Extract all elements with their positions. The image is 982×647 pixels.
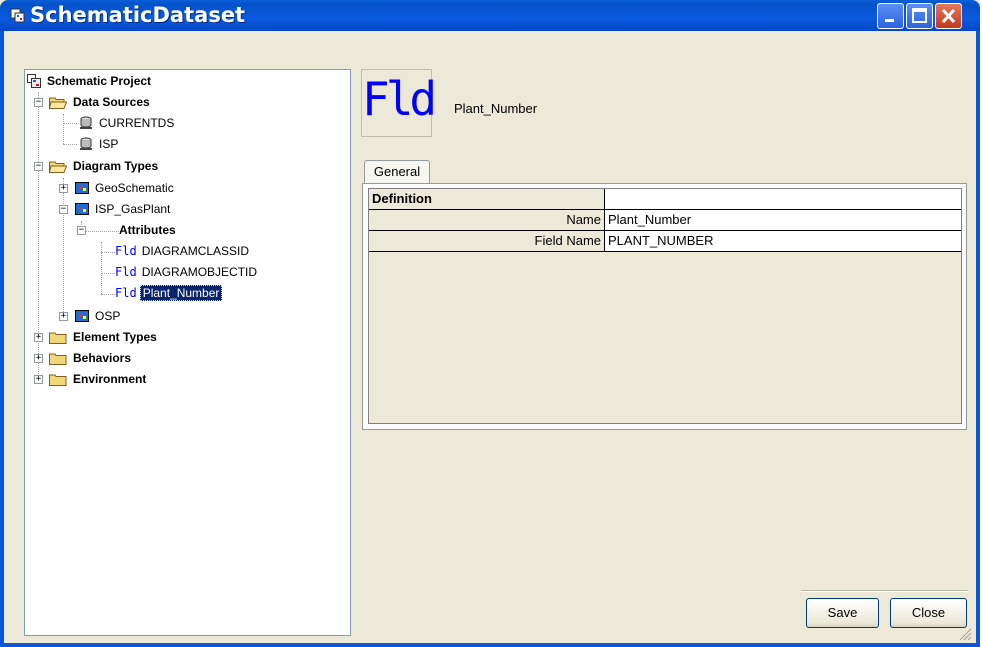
tree-line <box>63 114 64 144</box>
field-large-icon-box: Fld <box>361 69 437 137</box>
section-value <box>605 189 961 209</box>
tree-item-isp-source[interactable]: ISP <box>79 135 120 153</box>
tree-item-data-sources[interactable]: Data Sources <box>49 93 152 111</box>
collapse-toggle[interactable]: − <box>34 98 43 107</box>
tree-label: Plant_Number <box>139 285 223 301</box>
window-title: SchematicDataset <box>30 3 246 27</box>
property-label: Field Name <box>369 231 605 251</box>
property-label: Name <box>369 210 605 230</box>
maximize-icon <box>912 8 927 23</box>
tree-label: DIAGRAMOBJECTID <box>141 265 258 279</box>
tree-line <box>101 252 115 253</box>
expand-toggle[interactable]: + <box>59 312 68 321</box>
tree-label: Schematic Project <box>47 74 152 88</box>
tree-item-field[interactable]: Fld DIAGRAMOBJECTID <box>115 263 259 281</box>
tree-label: OSP <box>95 309 121 323</box>
tree-label: Diagram Types <box>73 159 159 173</box>
field-large-icon: Fld <box>362 72 437 126</box>
tree-item-schematic-project[interactable]: Schematic Project <box>27 72 153 90</box>
folder-icon <box>49 353 67 365</box>
expand-toggle[interactable]: + <box>59 184 68 193</box>
tree-label: Behaviors <box>73 351 132 365</box>
tree-item-behaviors[interactable]: Behaviors <box>49 349 133 367</box>
separator <box>801 590 968 592</box>
window-frame-left <box>0 31 4 647</box>
data-source-icon <box>80 137 92 150</box>
tree-line <box>63 123 77 124</box>
tree-line <box>81 231 121 232</box>
tree-label: Environment <box>73 372 147 386</box>
folder-icon <box>49 332 67 344</box>
property-value[interactable]: PLANT_NUMBER <box>605 231 961 251</box>
open-folder-icon <box>49 97 67 109</box>
project-tree[interactable]: Schematic Project − Data Sources CURRENT… <box>24 69 351 636</box>
tree-item-currentds[interactable]: CURRENTDS <box>79 114 176 132</box>
tree-line <box>63 178 64 316</box>
window-frame-bottom <box>0 643 980 647</box>
close-icon <box>941 8 956 24</box>
collapse-toggle[interactable]: − <box>34 162 43 171</box>
tree-item-osp[interactable]: OSP <box>75 307 122 325</box>
tree-line <box>63 144 77 145</box>
close-window-button[interactable] <box>935 3 962 29</box>
close-button[interactable]: Close <box>890 598 967 628</box>
property-value[interactable]: Plant_Number <box>605 210 961 230</box>
schematic-dataset-icon <box>10 8 25 23</box>
maximize-button[interactable] <box>906 3 933 29</box>
window-frame-right <box>976 31 980 647</box>
data-source-icon <box>80 116 92 129</box>
minimize-button[interactable] <box>877 3 904 29</box>
grid-row-field-name[interactable]: Field Name PLANT_NUMBER <box>369 231 961 252</box>
tree-label: ISP_GasPlant <box>95 202 171 216</box>
project-icon <box>27 74 41 88</box>
section-header: Definition <box>369 189 605 209</box>
tree-label: Element Types <box>73 330 157 344</box>
resize-grip-icon[interactable] <box>958 627 972 641</box>
tree-line <box>101 242 102 294</box>
expand-toggle[interactable]: + <box>34 354 43 363</box>
tree-item-environment[interactable]: Environment <box>49 370 148 388</box>
tree-item-field-selected[interactable]: Fld Plant_Number <box>115 284 223 302</box>
open-folder-icon <box>49 161 67 173</box>
tree-line <box>101 273 115 274</box>
tab-general[interactable]: General <box>364 160 430 184</box>
folder-icon <box>49 374 67 386</box>
expand-toggle[interactable]: + <box>34 375 43 384</box>
diagram-type-icon <box>75 182 89 194</box>
save-button[interactable]: Save <box>806 598 879 628</box>
tree-item-isp-gasplant[interactable]: ISP_GasPlant <box>75 200 172 218</box>
tree-item-attributes[interactable]: Attributes <box>117 221 178 239</box>
tree-label: ISP <box>99 137 119 151</box>
tree-line <box>101 294 115 295</box>
property-grid[interactable]: Definition Name Plant_Number Field Name … <box>368 188 962 424</box>
collapse-toggle[interactable]: − <box>77 226 86 235</box>
tree-label: Attributes <box>119 223 176 237</box>
tree-label: Data Sources <box>73 95 150 109</box>
diagram-type-icon <box>75 310 89 322</box>
tree-item-diagram-types[interactable]: Diagram Types <box>49 157 160 175</box>
tree-label: GeoSchematic <box>95 181 174 195</box>
title-bar[interactable]: SchematicDataset <box>0 0 980 31</box>
schematic-dataset-window: SchematicDataset Schematic Project − Dat… <box>0 0 980 647</box>
selected-item-name: Plant_Number <box>454 101 538 116</box>
tree-item-geoschematic[interactable]: GeoSchematic <box>75 179 176 197</box>
field-icon: Fld <box>115 286 137 300</box>
tree-label: CURRENTDS <box>99 116 175 130</box>
field-icon: Fld <box>115 244 137 258</box>
tree-item-field[interactable]: Fld DIAGRAMCLASSID <box>115 242 251 260</box>
expand-toggle[interactable]: + <box>34 333 43 342</box>
collapse-toggle[interactable]: − <box>59 205 68 214</box>
tree-label: DIAGRAMCLASSID <box>141 244 250 258</box>
minimize-icon <box>885 19 894 22</box>
field-icon: Fld <box>115 265 137 279</box>
tree-item-element-types[interactable]: Element Types <box>49 328 159 346</box>
grid-section-row: Definition <box>369 189 961 210</box>
grid-row-name[interactable]: Name Plant_Number <box>369 210 961 231</box>
diagram-type-icon <box>75 203 89 215</box>
